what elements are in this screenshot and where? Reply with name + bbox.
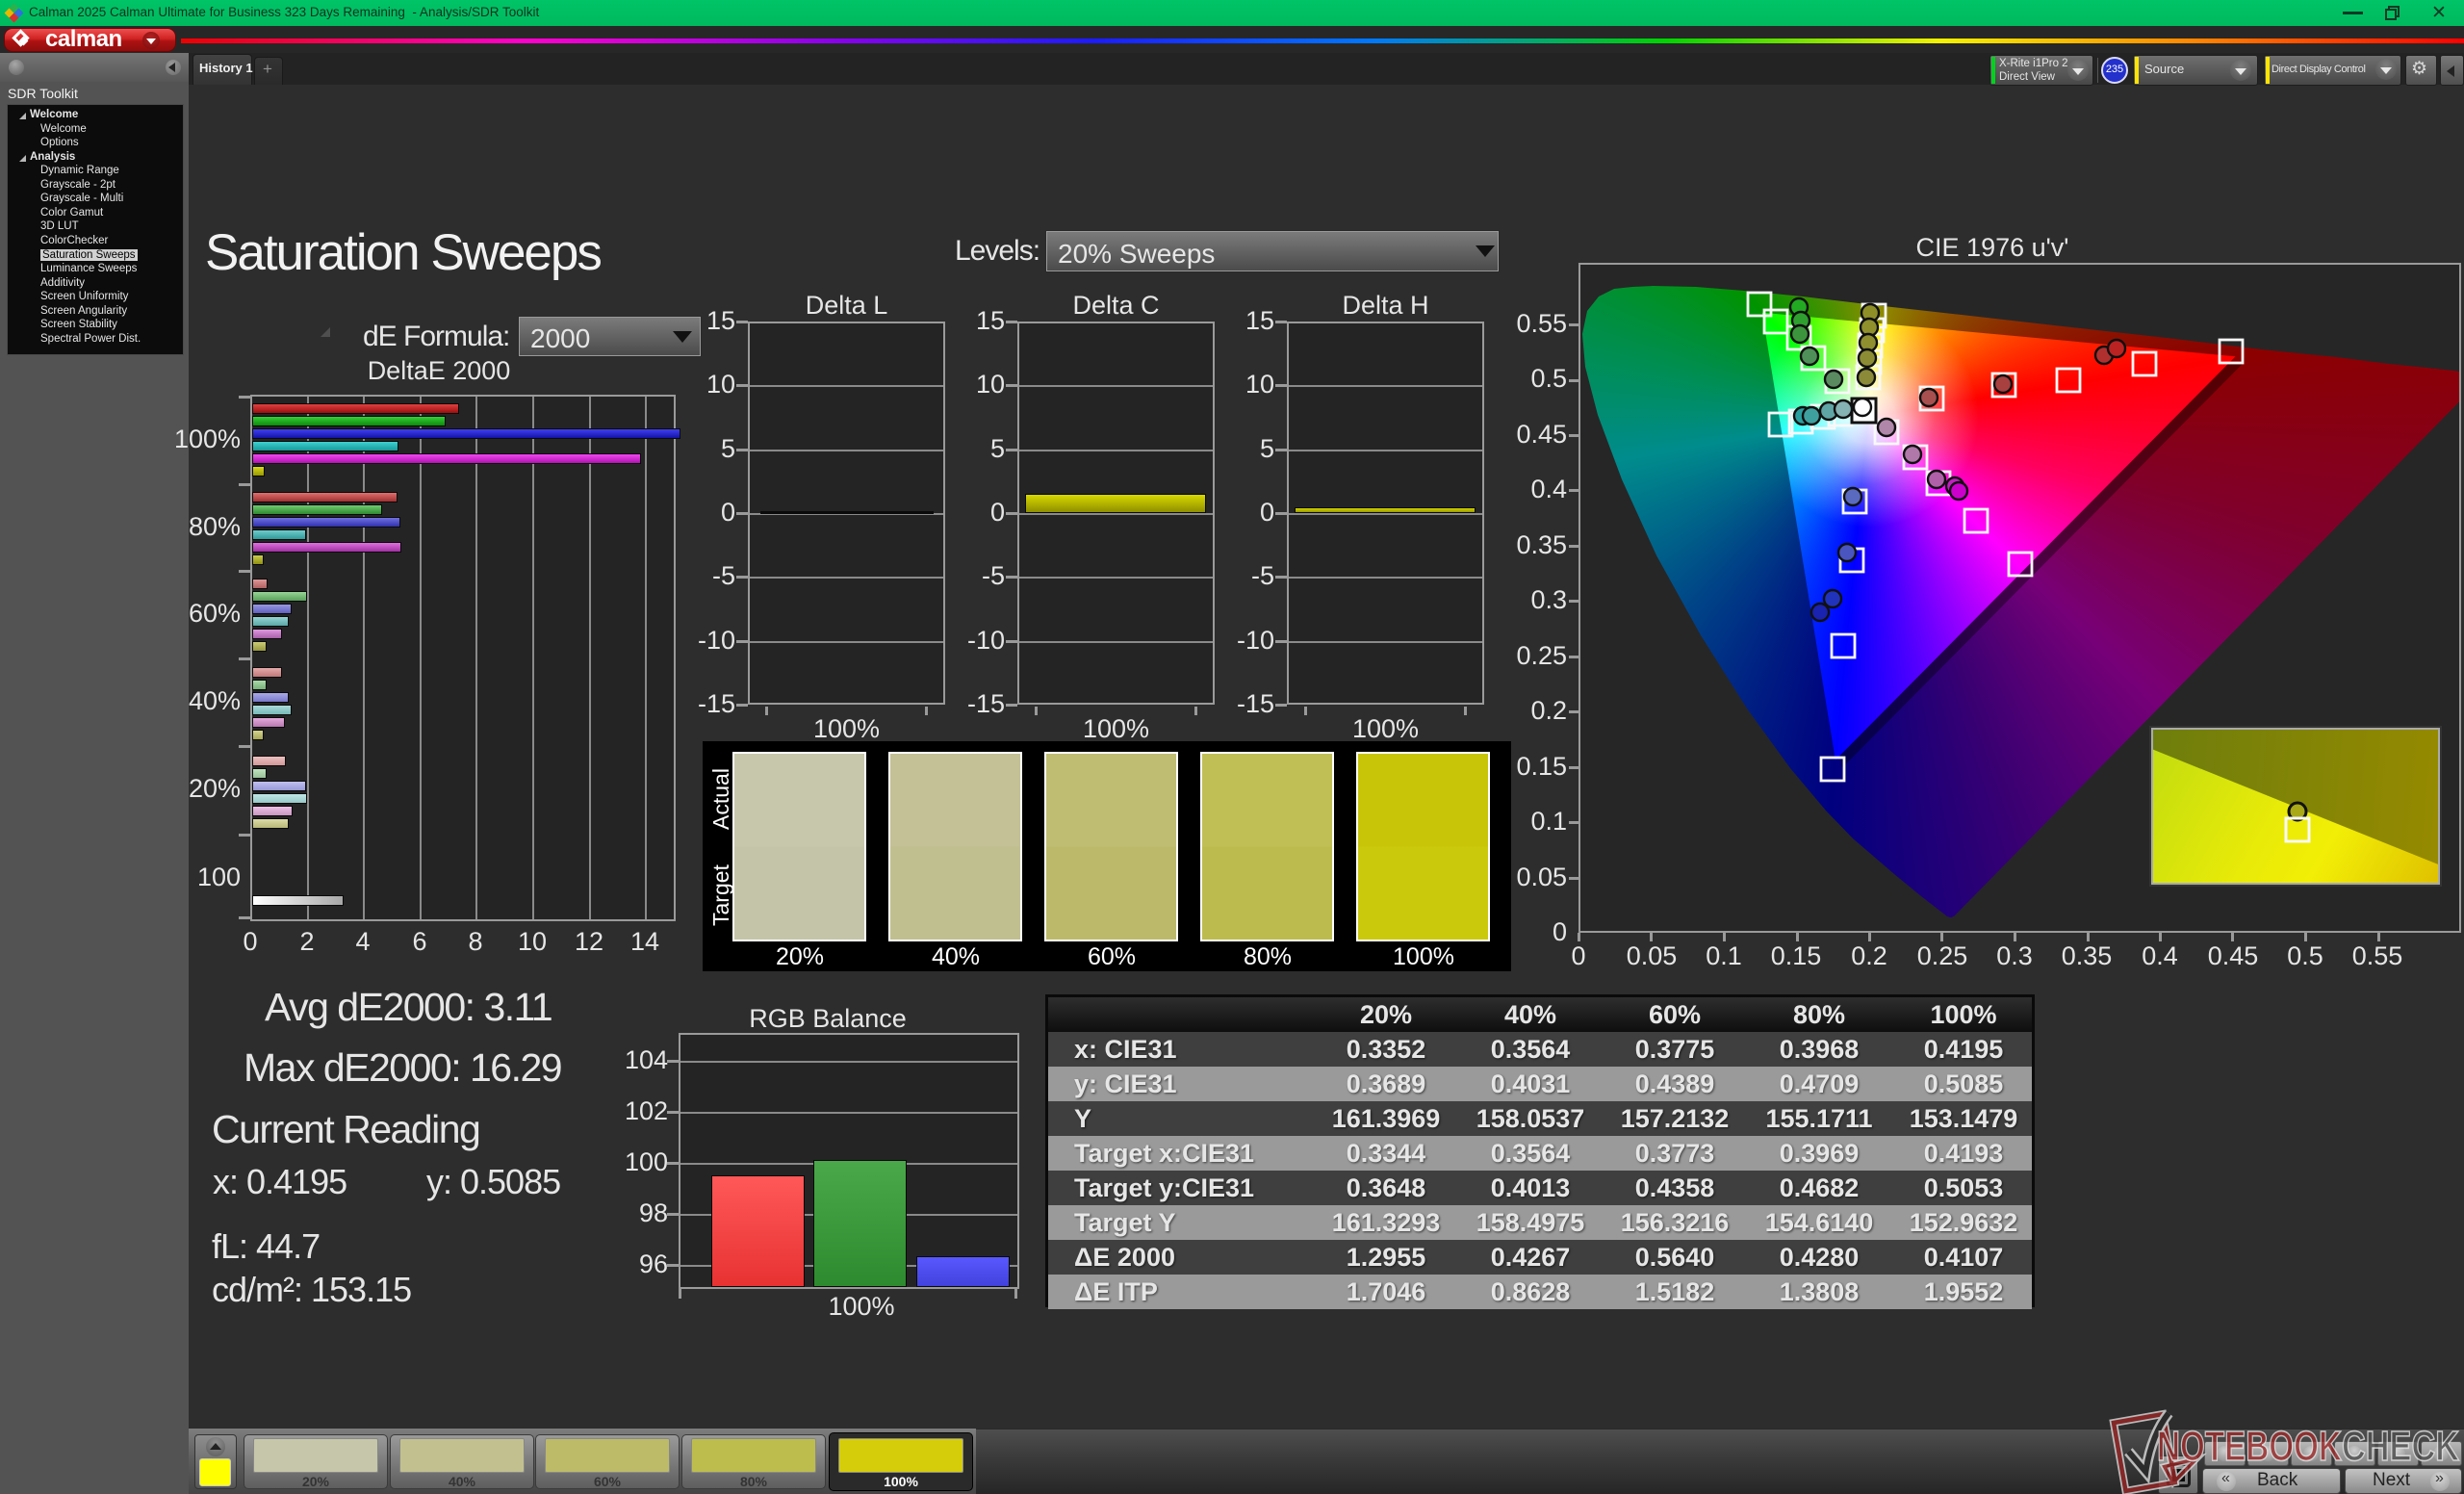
svg-text:NOTEBOOK: NOTEBOOK	[2157, 1423, 2342, 1470]
svg-text:CHECK: CHECK	[2342, 1423, 2459, 1470]
